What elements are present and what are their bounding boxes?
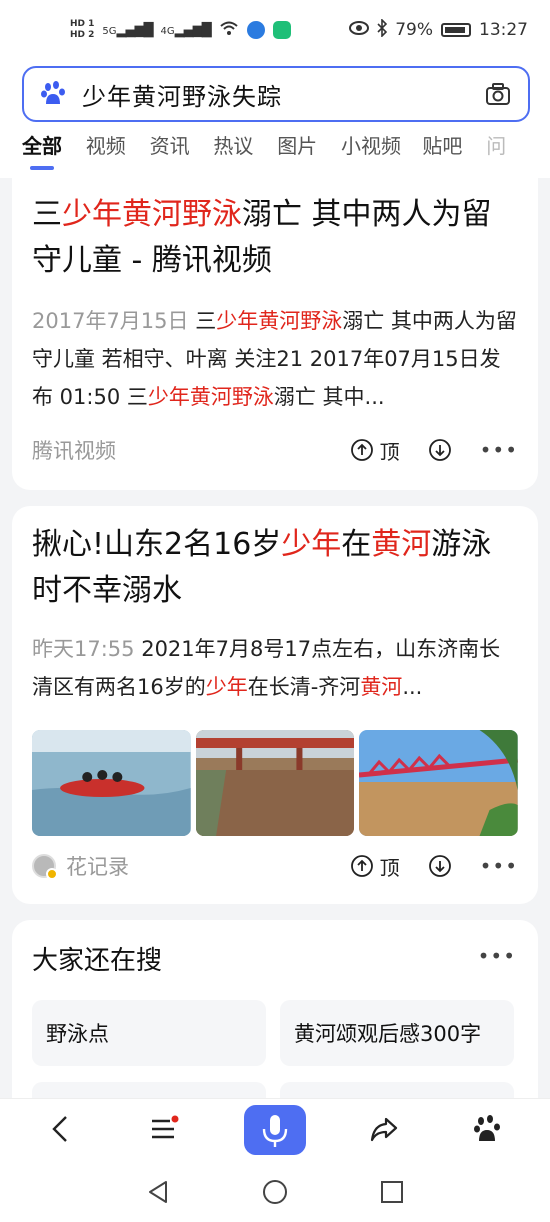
- baidu-paw-icon[interactable]: [472, 1113, 504, 1145]
- result-date: 昨天17:55: [32, 637, 142, 661]
- more-icon[interactable]: •••: [480, 854, 518, 878]
- nav-recents-icon[interactable]: [378, 1178, 406, 1206]
- text-segment: 在长清-齐河: [247, 675, 361, 699]
- avatar: [32, 854, 58, 880]
- tab-video[interactable]: 视频: [86, 130, 150, 174]
- tab-news[interactable]: 资讯: [150, 130, 214, 174]
- wifi-icon: [219, 20, 239, 40]
- hd-indicator: HD 1 HD 2: [70, 19, 94, 41]
- status-right: 79% 13:27: [349, 17, 528, 42]
- upvote-label: 顶: [379, 855, 400, 880]
- hd2-label: HD 2: [70, 30, 95, 40]
- nav-back-icon[interactable]: [144, 1178, 172, 1206]
- result-date: 2017年7月15日: [32, 309, 196, 333]
- result-title[interactable]: 三少年黄河野泳溺亡 其中两人为留守儿童 - 腾讯视频: [12, 178, 538, 284]
- text-segment: 揪心!山东2名16岁: [32, 527, 282, 562]
- status-bar: HD 1 HD 2 5G▂▄▆█ 4G▂▄▆█ 79% 13:27: [0, 0, 550, 60]
- tab-tieba[interactable]: 贴吧: [422, 130, 486, 174]
- tab-ask[interactable]: 问: [486, 130, 550, 174]
- eye-icon: [349, 20, 370, 40]
- battery-percent: 79%: [395, 20, 433, 40]
- arrow-down-circle-icon[interactable]: [428, 438, 452, 462]
- arrow-up-circle-icon: [350, 438, 374, 462]
- more-icon[interactable]: •••: [480, 438, 518, 462]
- result-title[interactable]: 揪心!山东2名16岁少年在黄河游泳时不幸溺水: [12, 506, 538, 614]
- thumbnail-red-bridge[interactable]: [359, 730, 519, 836]
- text-segment: 在: [341, 527, 372, 562]
- voice-search-button[interactable]: [244, 1105, 306, 1155]
- highlight-text: 黄河: [360, 675, 403, 699]
- status-left: HD 1 HD 2 5G▂▄▆█ 4G▂▄▆█: [70, 19, 291, 41]
- thumbnail-rescue-boat[interactable]: [32, 730, 191, 836]
- text-segment: 溺亡 其中...: [273, 385, 385, 409]
- more-icon[interactable]: •••: [478, 944, 516, 968]
- thumbnail-bridge-river[interactable]: [195, 730, 355, 836]
- search-input[interactable]: 少年黄河野泳失踪: [82, 77, 484, 112]
- related-title: 大家还在搜: [32, 946, 163, 976]
- result-source[interactable]: 腾讯视频: [32, 435, 350, 465]
- system-navigation-bar: [0, 1162, 550, 1222]
- bottom-toolbar: [0, 1098, 550, 1162]
- result-card[interactable]: 三少年黄河野泳溺亡 其中两人为留守儿童 - 腾讯视频 2017年7月15日 三少…: [12, 178, 538, 490]
- upvote-button[interactable]: 顶: [350, 436, 400, 465]
- highlight-text: 少年黄河野泳: [62, 197, 242, 232]
- result-snippet: 2017年7月15日 三少年黄河野泳溺亡 其中两人为留守儿童 若相守、叶离 关注…: [12, 302, 538, 416]
- highlight-text: 少年黄河野泳: [216, 309, 343, 333]
- tab-discussion[interactable]: 热议: [213, 130, 277, 174]
- related-searches-card: 大家还在搜 ••• 野泳点 黄河颂观后感300字: [12, 920, 538, 1148]
- highlight-text: 少年黄河野泳: [147, 385, 274, 409]
- back-icon[interactable]: [46, 1113, 78, 1145]
- arrow-up-circle-icon: [350, 854, 374, 878]
- result-source[interactable]: 花记录: [32, 851, 350, 881]
- nav-home-icon[interactable]: [261, 1178, 289, 1206]
- text-segment: ...: [402, 675, 423, 699]
- bluetooth-icon: [377, 17, 388, 42]
- app-notification-icon: [246, 21, 265, 39]
- result-footer: 腾讯视频 顶 •••: [32, 430, 518, 470]
- result-thumbnails: [32, 730, 519, 836]
- signal-4g: 4G▂▄▆█: [160, 22, 212, 38]
- result-footer: 花记录 顶 •••: [32, 846, 518, 886]
- clock: 13:27: [479, 20, 528, 40]
- search-tabs: 全部 视频 资讯 热议 图片 小视频 贴吧 问: [22, 130, 550, 174]
- highlight-text: 少年: [205, 675, 248, 699]
- baidu-paw-icon: [40, 80, 68, 108]
- tab-images[interactable]: 图片: [277, 130, 341, 174]
- result-card[interactable]: 揪心!山东2名16岁少年在黄河游泳时不幸溺水 昨天17:55 2021年7月8号…: [12, 506, 538, 904]
- signal-5g: 5G▂▄▆█: [102, 22, 153, 38]
- search-header: 少年黄河野泳失踪 全部 视频 资讯 热议 图片 小视频 贴吧 问: [0, 60, 550, 178]
- camera-icon[interactable]: [484, 80, 512, 108]
- highlight-text: 少年: [281, 527, 342, 562]
- related-item[interactable]: 野泳点: [32, 1000, 266, 1066]
- source-name: 花记录: [66, 855, 129, 879]
- battery-icon: [441, 23, 471, 37]
- tab-short-video[interactable]: 小视频: [341, 130, 422, 174]
- tab-all[interactable]: 全部: [22, 130, 86, 174]
- share-icon[interactable]: [368, 1113, 400, 1145]
- upvote-label: 顶: [379, 439, 400, 464]
- highlight-text: 黄河: [371, 527, 432, 562]
- upvote-button[interactable]: 顶: [350, 852, 400, 881]
- search-box[interactable]: 少年黄河野泳失踪: [22, 66, 530, 122]
- related-item[interactable]: 黄河颂观后感300字: [280, 1000, 514, 1066]
- arrow-down-circle-icon[interactable]: [428, 854, 452, 878]
- text-segment: 三: [32, 197, 62, 232]
- text-segment: 三: [195, 309, 217, 333]
- app-notification-icon: [272, 21, 291, 39]
- menu-icon[interactable]: [148, 1113, 180, 1145]
- result-snippet: 昨天17:55 2021年7月8号17点左右，山东济南长清区有两名16岁的少年在…: [12, 630, 538, 706]
- hd1-label: HD 1: [70, 19, 95, 29]
